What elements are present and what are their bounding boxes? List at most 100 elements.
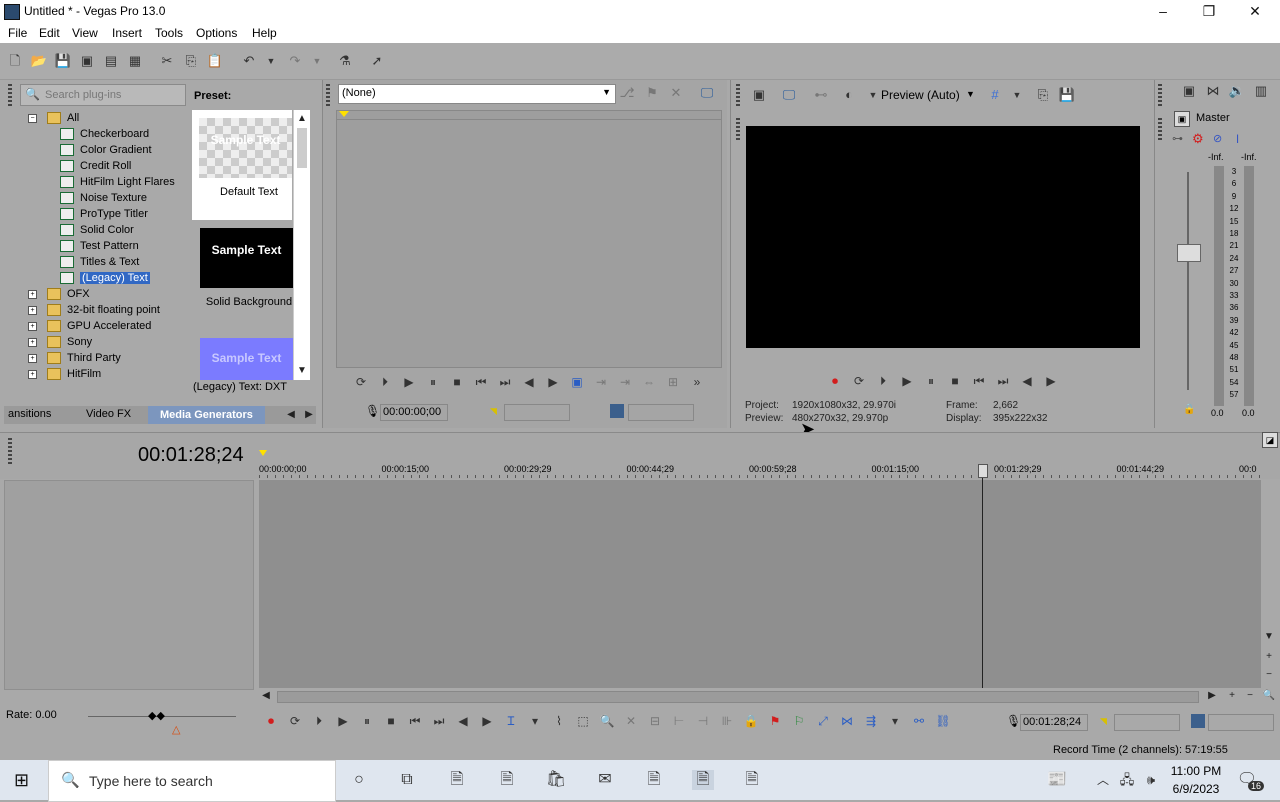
stop-icon[interactable]: ■ — [448, 374, 466, 390]
tree-item[interactable]: + Sony — [18, 334, 184, 350]
mute-toggle-icon[interactable]: ⊘ — [1213, 132, 1222, 145]
tab-scroll-right-icon[interactable]: ▶ — [302, 408, 316, 422]
master-properties-icon[interactable]: ▣ — [1174, 111, 1190, 127]
tree-item[interactable]: HitFilm Light Flares — [18, 174, 184, 190]
search-plugins-input[interactable]: 🔍 Search plug-ins — [20, 84, 186, 106]
tree-item[interactable]: Titles & Text — [18, 254, 184, 270]
trimmer-timecode[interactable]: 00:00:00;00 — [380, 404, 448, 421]
bottom-timecode[interactable]: 00:01:28;24 — [1020, 714, 1088, 731]
rate-reset-icon[interactable]: △ — [172, 723, 180, 736]
tree-item[interactable]: Test Pattern — [18, 238, 184, 254]
auto-ripple-icon[interactable]: ⇶ — [862, 713, 880, 729]
channel-layout-icon[interactable]: ▥ — [1252, 82, 1270, 100]
rate-slider-handle[interactable]: ◆◆ — [148, 709, 165, 722]
mixer-properties-icon[interactable]: ▣ — [1180, 82, 1198, 100]
previous-frame-icon[interactable]: ◀ — [454, 713, 472, 729]
tab-scroll-left-icon[interactable]: ◀ — [284, 408, 298, 422]
go-to-start-icon[interactable]: ⏮ — [472, 374, 490, 390]
tree-item[interactable]: Solid Color — [18, 222, 184, 238]
new-file-icon[interactable]: 🗋 — [6, 52, 24, 70]
stop-icon[interactable]: ■ — [946, 373, 964, 389]
clear-icon[interactable]: ✕ — [667, 84, 685, 102]
expand-icon[interactable]: + — [28, 305, 37, 315]
task-view-icon[interactable]: ⧉ — [396, 770, 418, 790]
go-to-end-icon[interactable]: ⏭ — [496, 374, 514, 390]
go-to-start-icon[interactable]: ⏮ — [406, 713, 424, 729]
chevron-down-icon[interactable]: ▾ — [526, 713, 544, 729]
network-icon[interactable]: 🖧 — [1116, 770, 1138, 790]
chevron-down-icon[interactable]: ▼ — [1008, 86, 1026, 104]
preset-item-blue[interactable]: Sample Text — [200, 338, 293, 380]
pause-icon[interactable]: ⏸ — [922, 373, 940, 389]
tree-item[interactable]: Credit Roll — [18, 158, 184, 174]
scroll-thumb[interactable] — [277, 691, 1199, 703]
pause-icon[interactable]: ⏸ — [424, 374, 442, 390]
zoom-out-icon[interactable]: − — [1262, 668, 1276, 682]
ignore-grouping-icon[interactable]: ⛓ — [934, 713, 952, 729]
panel-grip[interactable] — [8, 438, 12, 466]
mute-icon[interactable]: 🔉 — [1228, 82, 1246, 100]
play-icon[interactable]: ▶ — [400, 374, 418, 390]
taskbar-search[interactable]: 🔍 Type here to search — [48, 760, 336, 802]
play-icon[interactable]: ▶ — [334, 713, 352, 729]
panel-grip[interactable] — [8, 84, 12, 106]
save-icon[interactable]: 💾 — [54, 52, 72, 70]
zoom-in-icon[interactable]: + — [1262, 650, 1276, 664]
loop-playback-icon[interactable]: ⟳ — [352, 374, 370, 390]
pause-icon[interactable]: ⏸ — [358, 713, 376, 729]
expand-icon[interactable]: + — [28, 337, 37, 347]
record-icon[interactable]: ⏺ — [826, 373, 844, 389]
auto-crossfade-icon[interactable]: ⋈ — [838, 713, 856, 729]
menu-view[interactable]: View — [72, 26, 98, 40]
stop-icon[interactable]: ■ — [382, 713, 400, 729]
more-icon[interactable]: » — [688, 374, 706, 390]
timeline-current-time[interactable]: 00:01:28;24 — [138, 444, 244, 467]
scroll-down-icon[interactable]: ▼ — [1262, 630, 1276, 644]
play-icon[interactable]: ▶ — [898, 373, 916, 389]
next-frame-icon[interactable]: ▶ — [544, 374, 562, 390]
vertical-scrollbar[interactable]: ▼ + − — [1262, 480, 1276, 688]
go-to-start-icon[interactable]: ⏮ — [970, 373, 988, 389]
next-frame-icon[interactable]: ▶ — [1042, 373, 1060, 389]
render-icon[interactable]: ▤ — [102, 52, 120, 70]
undo-icon[interactable]: ↶ — [240, 52, 258, 70]
overwrite-icon[interactable]: ⇥ — [616, 374, 634, 390]
insert-marker-icon[interactable]: ⚑ — [766, 713, 784, 729]
zoom-in-horizontal-icon[interactable]: + — [1225, 689, 1239, 703]
zoom-tool-icon[interactable]: 🔍 — [598, 713, 616, 729]
horizontal-scrollbar[interactable]: ◀ ▶ + − — [259, 689, 1261, 703]
taskbar-app-icon[interactable]: 🗎 — [741, 770, 763, 790]
cortana-icon[interactable]: ○ — [348, 770, 370, 790]
taskbar-vegas-active-icon[interactable]: 🗎 — [692, 770, 714, 790]
windows-start-icon[interactable]: ⊞ — [14, 770, 29, 791]
scroll-down-icon[interactable]: ▼ — [295, 364, 309, 378]
chevron-down-icon[interactable]: ▼ — [966, 89, 975, 99]
tree-item[interactable]: Checkerboard — [18, 126, 184, 142]
bus-fx-icon[interactable]: ⊶ — [1172, 132, 1183, 145]
tree-item[interactable]: + OFX — [18, 286, 184, 302]
lock-icon[interactable]: 🔒 — [742, 713, 760, 729]
tab-media-generators[interactable]: Media Generators — [148, 406, 265, 424]
collapse-icon[interactable]: − — [28, 113, 37, 123]
selection-length-field[interactable] — [1208, 714, 1274, 731]
chevron-up-icon[interactable]: ︿ — [1092, 770, 1114, 790]
expand-icon[interactable]: + — [28, 321, 37, 331]
tree-item[interactable]: +32-bit floating point — [18, 302, 184, 318]
properties-icon[interactable]: ▦ — [126, 52, 144, 70]
previous-frame-icon[interactable]: ◀ — [520, 374, 538, 390]
close-button[interactable]: ✕ — [1232, 0, 1278, 23]
fit-to-fill-icon[interactable]: ⇔ — [640, 374, 658, 390]
loop-playback-icon[interactable]: ⟳ — [286, 713, 304, 729]
minimize-button[interactable]: – — [1140, 0, 1186, 23]
save-as-icon[interactable]: ▣ — [78, 52, 96, 70]
zoom-out-horizontal-icon[interactable]: − — [1243, 689, 1257, 703]
tree-item[interactable]: − All — [18, 110, 184, 126]
solo-icon[interactable]: ǀ — [1236, 132, 1239, 146]
preview-fx-icon[interactable]: ◐ — [840, 86, 858, 104]
redo-dropdown-icon[interactable]: ▼ — [308, 52, 326, 70]
set-in-out-icon[interactable]: ▣ — [568, 374, 586, 390]
selection-start-field[interactable] — [504, 404, 570, 421]
selection-tool-icon[interactable]: ⬚ — [574, 713, 592, 729]
chevron-down-icon[interactable]: ▼ — [864, 86, 882, 104]
scroll-up-icon[interactable]: ▲ — [295, 112, 309, 126]
